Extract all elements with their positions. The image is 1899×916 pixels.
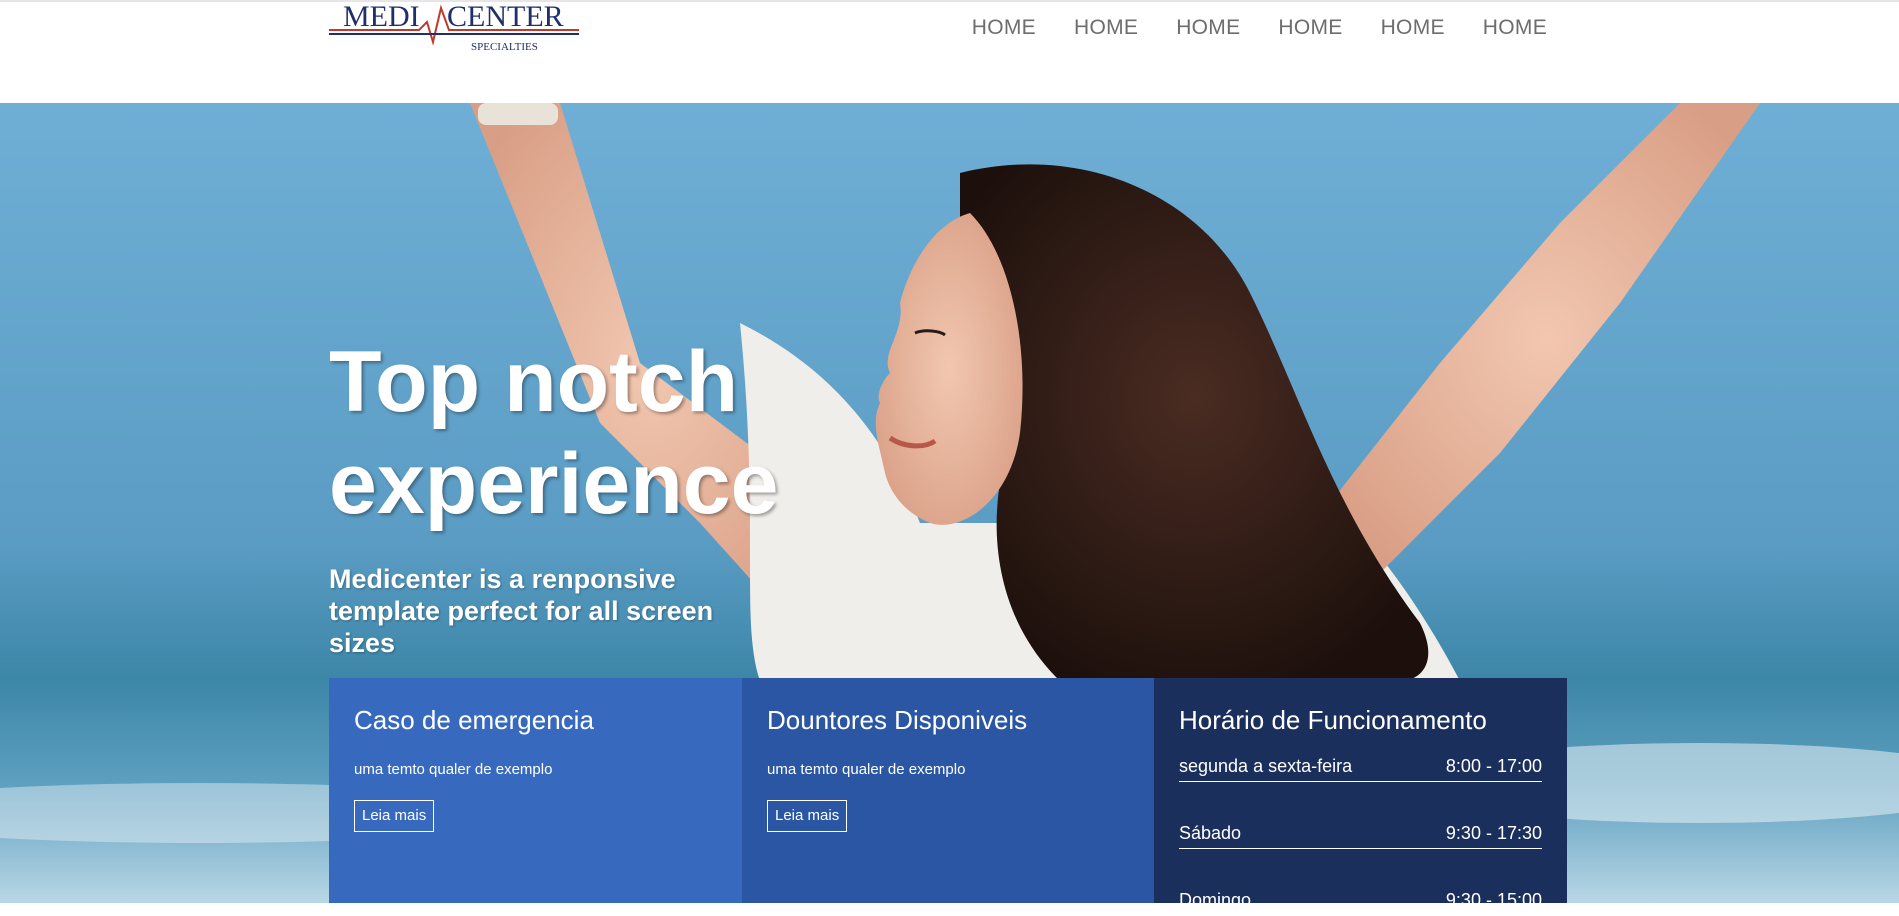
card-title: Horário de Funcionamento (1179, 705, 1487, 735)
info-cards: Caso de emergencia uma temto qualer de e… (329, 678, 1567, 916)
logo-word-center: Center (447, 0, 564, 33)
medicenter-logo[interactable]: Medi Center Specialties (329, 0, 581, 56)
card-text: uma temto qualer de exemplo (767, 761, 966, 778)
nav-item-home-5[interactable]: HOME (1362, 14, 1464, 42)
read-more-button[interactable]: Leia mais (354, 800, 435, 832)
nav-item-home-1[interactable]: HOME (953, 14, 1055, 42)
nav-item-home-2[interactable]: HOME (1055, 14, 1157, 42)
hours-time: 8:00 - 17:00 (1445, 756, 1542, 776)
hours-day: segunda a sexta-feira (1179, 756, 1353, 776)
main-nav: HOME HOME HOME HOME HOME HOME (953, 14, 1547, 42)
hours-row: Domingo 9:30 - 15:00 (1179, 887, 1542, 916)
nav-item-home-3[interactable]: HOME (1157, 14, 1259, 42)
opening-hours-card: Horário de Funcionamento segunda a sexta… (1154, 678, 1567, 916)
hero-title: Top notch experience (329, 334, 779, 532)
hours-day: Domingo (1179, 890, 1252, 910)
nav-item-home-4[interactable]: HOME (1259, 14, 1361, 42)
card-title: Dountores Disponiveis (767, 705, 1028, 735)
hours-list: segunda a sexta-feira 8:00 - 17:00 Sábad… (1179, 753, 1542, 916)
site-header: Medi Center Specialties HOME HOME HOME H… (0, 0, 1899, 103)
nav-item-home-6[interactable]: HOME (1464, 14, 1547, 42)
hours-row: Sábado 9:30 - 17:30 (1179, 820, 1542, 849)
card-title: Caso de emergencia (354, 705, 594, 735)
bracelet (478, 103, 558, 125)
read-more-button[interactable]: Leia mais (767, 800, 848, 832)
emergency-card: Caso de emergencia uma temto qualer de e… (329, 678, 742, 903)
hours-time: 9:30 - 15:00 (1445, 890, 1542, 910)
top-border (0, 0, 1899, 2)
hours-row: segunda a sexta-feira 8:00 - 17:00 (1179, 753, 1542, 782)
logo-word-medi: Medi (343, 0, 420, 33)
hours-time: 9:30 - 17:30 (1445, 823, 1542, 843)
card-text: uma temto qualer de exemplo (354, 761, 553, 778)
hero-subtitle: Medicenter is a renponsive template perf… (329, 564, 714, 658)
logo-mark: Medi Center Specialties (329, 0, 579, 53)
doctors-card: Dountores Disponiveis uma temto qualer d… (742, 678, 1154, 903)
logo-tagline: Specialties (471, 41, 538, 53)
hours-day: Sábado (1179, 823, 1242, 843)
